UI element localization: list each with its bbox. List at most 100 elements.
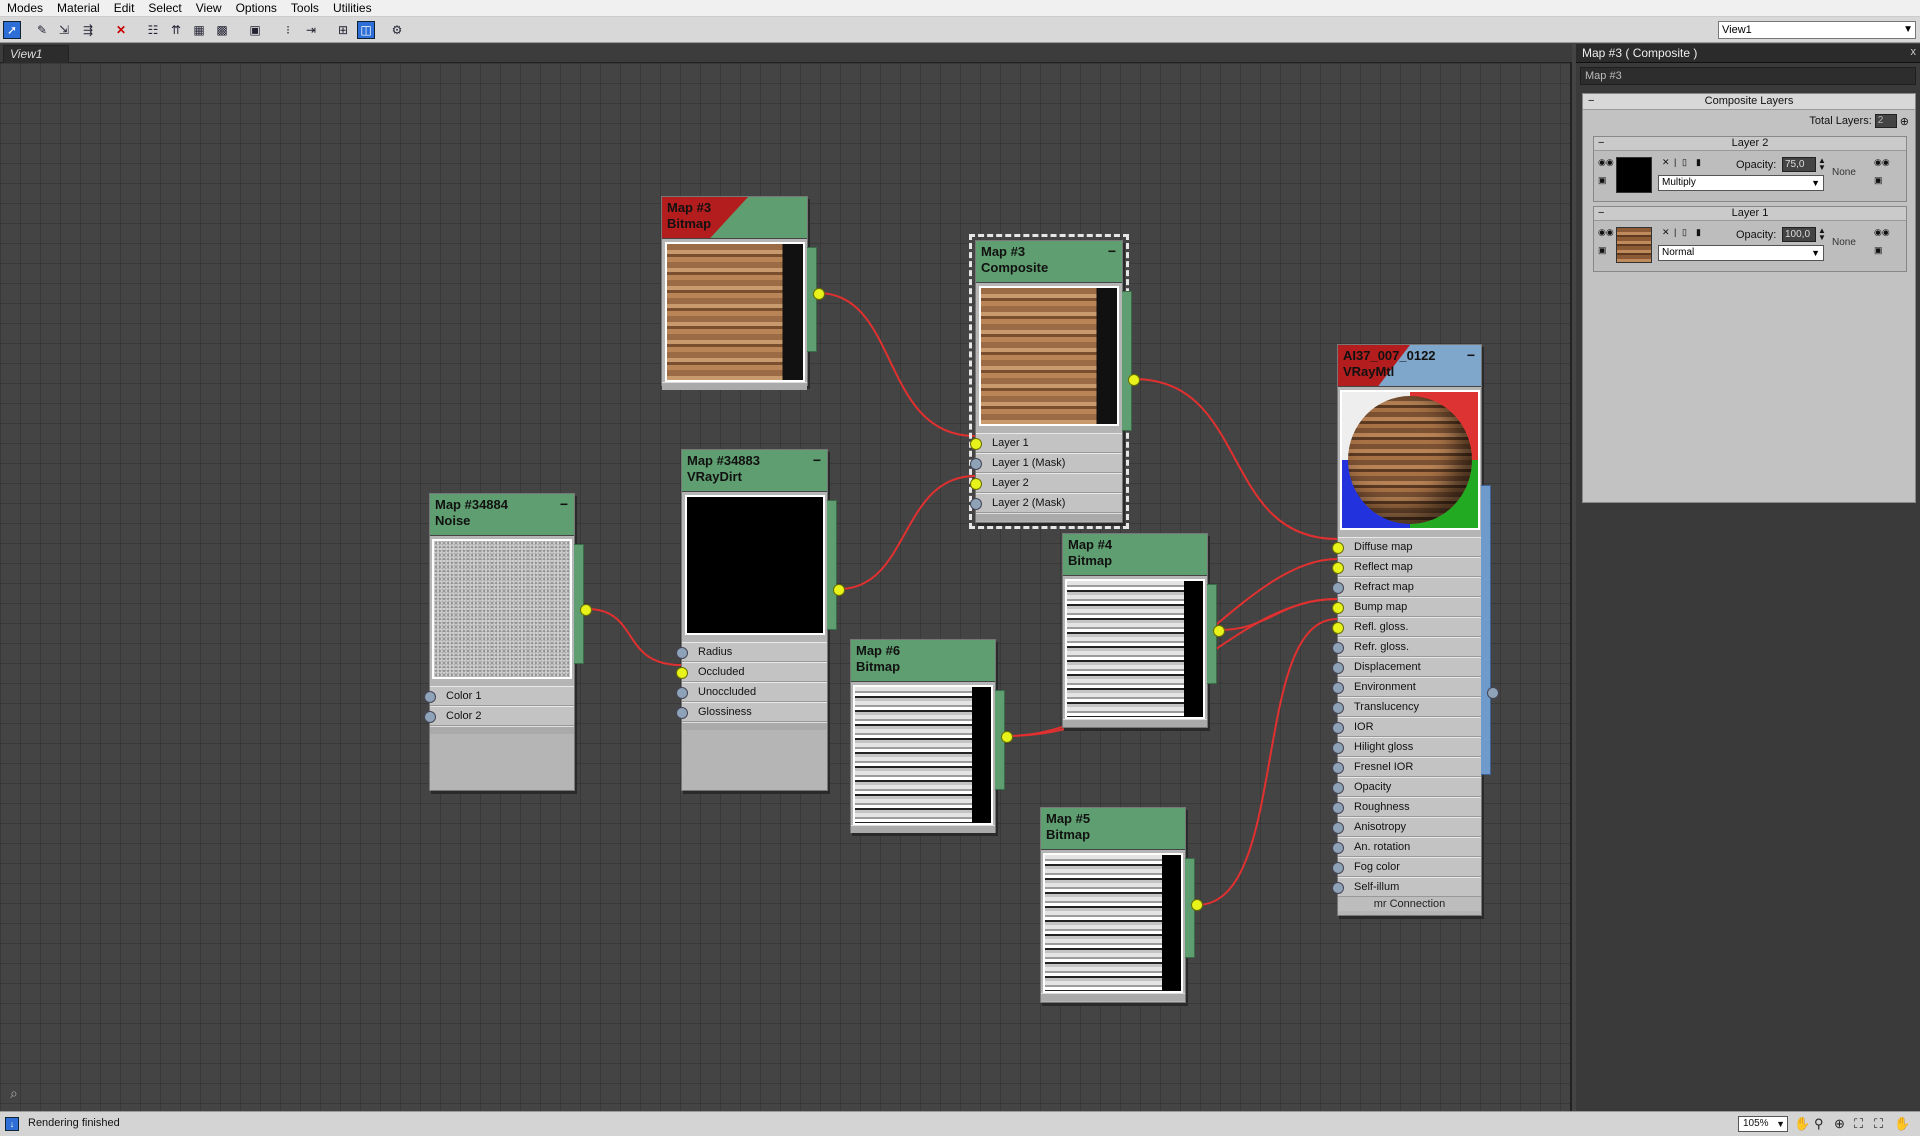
visibility-icon[interactable]: ◉◉ — [1598, 157, 1614, 168]
node-map5-bitmap[interactable]: Map #5 Bitmap — [1040, 807, 1203, 1003]
rename-icon[interactable]: | — [1674, 227, 1676, 237]
pan-icon[interactable]: ✋ — [1794, 1116, 1810, 1132]
slot-hilight-gloss[interactable]: Hilight gloss — [1332, 737, 1481, 757]
binoculars-icon[interactable]: ⌕ — [10, 1085, 18, 1102]
input-socket[interactable] — [1332, 602, 1344, 614]
duplicate-icon[interactable]: ▯ — [1682, 157, 1687, 168]
mask-none-button[interactable]: None — [1832, 167, 1856, 178]
input-socket[interactable] — [1332, 622, 1344, 634]
zoom-icon[interactable]: ⚲ — [1814, 1116, 1824, 1132]
collapse-icon[interactable]: − — [813, 452, 821, 468]
slot-translucency[interactable]: Translucency — [1332, 697, 1481, 717]
slot-occluded[interactable]: Occluded — [676, 662, 827, 682]
menu-modes[interactable]: Modes — [0, 0, 50, 16]
slot-roughness[interactable]: Roughness — [1332, 797, 1481, 817]
input-socket[interactable] — [1332, 562, 1344, 574]
color-correct-icon[interactable]: ▣ — [1598, 245, 1607, 256]
collapse-icon[interactable]: − — [1467, 347, 1475, 363]
slot-displacement[interactable]: Displacement — [1332, 657, 1481, 677]
node-map4-bitmap[interactable]: Map #4 Bitmap — [1062, 533, 1225, 728]
input-socket[interactable] — [1332, 682, 1344, 694]
view-selector[interactable]: View1 ▼ — [1718, 21, 1916, 39]
pick-icon[interactable]: ✎ — [33, 21, 51, 39]
input-socket[interactable] — [1332, 862, 1344, 874]
node-map3-bitmap[interactable]: Map #3 Bitmap — [661, 196, 825, 390]
mask-color-correct-icon[interactable]: ▣ — [1874, 245, 1883, 256]
node-map3-composite[interactable]: Map #3 Composite − Layer 1 Layer 1 (Mask) … — [969, 234, 1140, 529]
input-socket[interactable] — [970, 458, 982, 470]
add-layer-icon[interactable]: ⊕ — [1900, 115, 1909, 128]
move-children-icon[interactable]: ⇲ — [55, 21, 73, 39]
delete-icon[interactable]: ✕ — [112, 21, 130, 39]
menu-tools[interactable]: Tools — [284, 0, 326, 16]
navigator-icon[interactable]: ⊞ — [334, 21, 352, 39]
slot-radius[interactable]: Radius — [676, 642, 827, 662]
slot-layer1-mask[interactable]: Layer 1 (Mask) — [970, 453, 1122, 473]
input-socket[interactable] — [970, 478, 982, 490]
output-socket[interactable] — [580, 604, 592, 616]
slot-bump-map[interactable]: Bump map — [1332, 597, 1481, 617]
input-socket[interactable] — [1332, 882, 1344, 894]
output-socket[interactable] — [1128, 374, 1140, 386]
tab-view1[interactable]: View1 — [3, 45, 69, 63]
render-status-icon[interactable]: ↓ — [5, 1117, 19, 1131]
params-icon[interactable]: ◫ — [357, 21, 375, 39]
zoom-select[interactable]: 105% ▼ — [1738, 1116, 1788, 1132]
rollout-header[interactable]: − Composite Layers — [1583, 94, 1915, 110]
slot-refract-map[interactable]: Refract map — [1332, 577, 1481, 597]
node-vraydirt[interactable]: Map #34883 VRayDirt − Radius Occluded Unoc… — [676, 449, 845, 791]
output-socket[interactable] — [833, 584, 845, 596]
node-canvas[interactable]: Map #3 Bitmap Map #3 Composite − Layer 1 La… — [0, 63, 1572, 1111]
input-socket[interactable] — [1332, 762, 1344, 774]
input-socket[interactable] — [1332, 842, 1344, 854]
input-socket[interactable] — [1332, 582, 1344, 594]
input-socket[interactable] — [1332, 802, 1344, 814]
collapse-icon[interactable]: − — [560, 496, 568, 512]
slot-opacity[interactable]: Opacity — [1332, 777, 1481, 797]
collapse-icon[interactable]: − — [1108, 243, 1116, 259]
mask-visibility-icon[interactable]: ◉◉ — [1874, 227, 1890, 238]
input-socket[interactable] — [1332, 642, 1344, 654]
slot-refr-gloss[interactable]: Refr. gloss. — [1332, 637, 1481, 657]
color-correct-icon[interactable]: ▣ — [1598, 175, 1607, 186]
delete-layer-icon[interactable]: ✕ — [1662, 157, 1670, 168]
map-name-field[interactable]: Map #3 — [1580, 67, 1916, 85]
zoom-icon[interactable]: ⁝ — [279, 21, 297, 39]
slot-environment[interactable]: Environment — [1332, 677, 1481, 697]
layer-thumbnail[interactable] — [1616, 227, 1652, 263]
spinner-arrows-icon[interactable]: ▲ ▼ — [1818, 227, 1826, 242]
lock-icon[interactable]: ▮ — [1696, 227, 1701, 238]
slot-fresnel-ior[interactable]: Fresnel IOR — [1332, 757, 1481, 777]
background-icon[interactable]: ▣ — [246, 21, 264, 39]
zoom-extents-selected-icon[interactable]: ⛶ — [1874, 1116, 1883, 1132]
slot-unoccluded[interactable]: Unoccluded — [676, 682, 827, 702]
slot-glossiness[interactable]: Glossiness — [676, 702, 827, 722]
output-socket[interactable] — [1213, 625, 1225, 637]
mask-color-correct-icon[interactable]: ▣ — [1874, 175, 1883, 186]
blend-mode-select[interactable]: Normal ▼ — [1658, 245, 1824, 261]
input-socket[interactable] — [970, 438, 982, 450]
slot-anisotropy[interactable]: Anisotropy — [1332, 817, 1481, 837]
node-noise[interactable]: Map #34884 Noise − Color 1 Color 2 — [424, 493, 592, 791]
lock-icon[interactable]: ▮ — [1696, 157, 1701, 168]
spinner-arrows-icon[interactable]: ▲ ▼ — [1818, 157, 1826, 172]
input-socket[interactable] — [1332, 542, 1344, 554]
output-socket[interactable] — [1191, 899, 1203, 911]
slot-layer2[interactable]: Layer 2 — [970, 473, 1122, 493]
input-socket[interactable] — [676, 687, 688, 699]
blend-mode-select[interactable]: Multiply ▼ — [1658, 175, 1824, 191]
rename-icon[interactable]: | — [1674, 157, 1676, 167]
node-vraymtl[interactable]: AI37_007_0122 VRayMtl − Diffuse map Reflec… — [1332, 344, 1499, 916]
zoom-extents-icon[interactable]: ⛶ — [1854, 1116, 1863, 1132]
mr-connection-rollout[interactable]: mr Connection — [1338, 897, 1481, 911]
input-socket[interactable] — [676, 647, 688, 659]
menu-material[interactable]: Material — [50, 0, 107, 16]
slot-an-rotation[interactable]: An. rotation — [1332, 837, 1481, 857]
slot-layer1[interactable]: Layer 1 — [970, 433, 1122, 453]
layout-icon[interactable]: ☷ — [144, 21, 162, 39]
node-map6-bitmap[interactable]: Map #6 Bitmap — [850, 639, 1013, 833]
input-socket[interactable] — [676, 667, 688, 679]
output-socket[interactable] — [1001, 731, 1013, 743]
mask-none-button[interactable]: None — [1832, 237, 1856, 248]
slot-fog-color[interactable]: Fog color — [1332, 857, 1481, 877]
